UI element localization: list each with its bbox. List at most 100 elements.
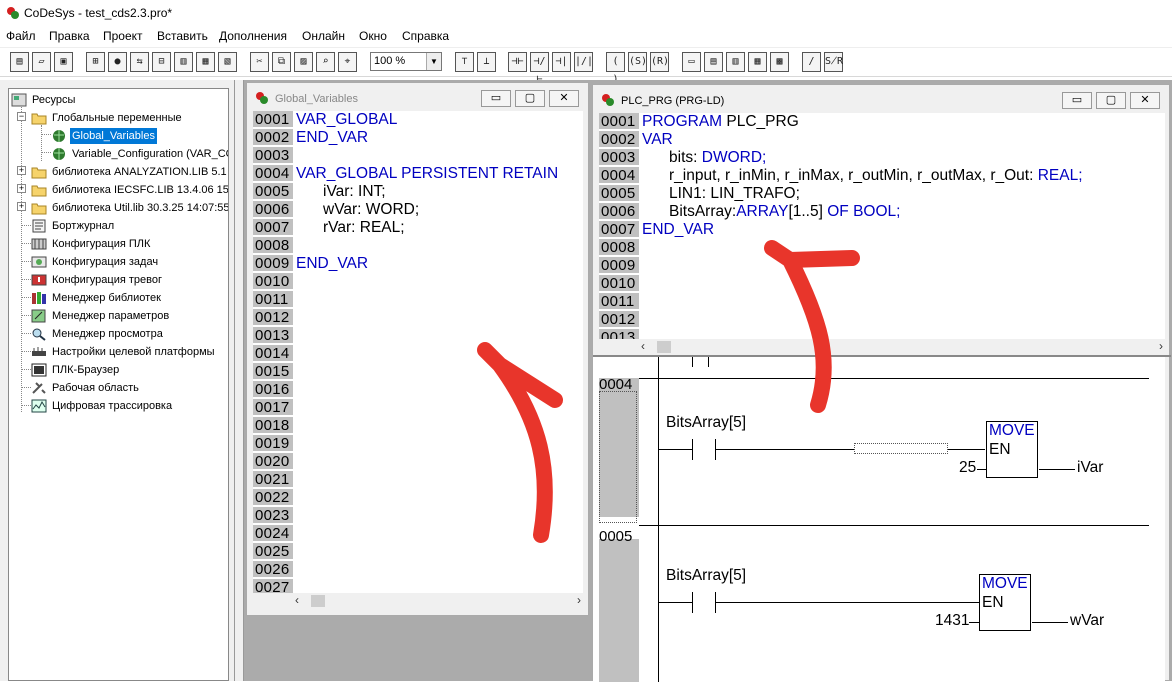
globe-icon (53, 148, 65, 160)
new-file-icon[interactable]: ▤ (10, 52, 29, 72)
cut-icon[interactable]: ✂ (250, 52, 269, 72)
close-button[interactable]: ✕ (1130, 92, 1160, 109)
block-output-variable[interactable]: wVar (1070, 612, 1104, 630)
login-icon[interactable]: ⊞ (86, 52, 105, 72)
codesys-doc-icon (256, 92, 268, 104)
network-after-icon[interactable]: ⊥ (477, 52, 496, 72)
jump-icon[interactable]: ▦ (748, 52, 767, 72)
paste-icon[interactable]: ▨ (294, 52, 313, 72)
scroll-left-icon[interactable]: ‹ (641, 339, 645, 353)
network-before-icon[interactable]: ⊤ (455, 52, 474, 72)
line-number: 0014 (253, 345, 293, 362)
horizontal-scrollbar[interactable]: ‹ › (639, 339, 1165, 355)
parallel-negated-contact-icon[interactable]: |/| (574, 52, 593, 72)
horizontal-scrollbar[interactable]: ‹ › (293, 593, 583, 609)
menu-edit[interactable]: Правка (49, 29, 90, 43)
trace-icon (31, 399, 47, 413)
menu-insert[interactable]: Вставить (157, 29, 208, 43)
find-icon[interactable]: ⌕ (316, 52, 335, 72)
contact-variable[interactable]: BitsArray[5] (666, 414, 746, 432)
box-icon[interactable]: ▤ (704, 52, 723, 72)
coil-icon[interactable]: ( ) (606, 52, 625, 85)
stop-icon[interactable]: ● (108, 52, 127, 72)
close-button[interactable]: ✕ (549, 90, 579, 107)
collapse-icon[interactable]: − (17, 112, 26, 121)
contact-bar (692, 357, 693, 367)
breakpoint-icon[interactable]: ⊟ (152, 52, 171, 72)
find-next-icon[interactable]: ⌖ (338, 52, 357, 72)
panel-splitter[interactable] (234, 80, 244, 681)
tree-item-label: Бортжурнал (52, 220, 115, 232)
menu-file[interactable]: Файл (6, 29, 36, 43)
contact-element[interactable] (692, 592, 716, 613)
line-number: 0002 (599, 131, 639, 148)
move-block[interactable]: MOVE EN (979, 574, 1031, 631)
open-folder-icon[interactable]: ▱ (32, 52, 51, 72)
tree-item-label: библиотека Util.lib 30.3.25 14:07:55 (52, 202, 229, 214)
block-input-value[interactable]: 25 (959, 459, 976, 477)
comment-icon[interactable]: / (802, 52, 821, 72)
zoom-select[interactable]: 100 % ▼ (370, 52, 442, 71)
function-block-icon[interactable]: ▭ (682, 52, 701, 72)
line-number: 0013 (599, 329, 639, 339)
resources-tree[interactable]: Ресурсы − Глобальные переменные Global_V… (8, 88, 229, 681)
menu-online[interactable]: Онлайн (302, 29, 345, 43)
ladder-editor[interactable]: 0004 BitsArray[5] MOVE EN 25 iVar 0005 B… (593, 357, 1165, 682)
minimize-button[interactable]: ▭ (1062, 92, 1092, 109)
expand-icon[interactable]: + (17, 184, 26, 193)
target-settings-icon (32, 347, 46, 356)
scroll-left-icon[interactable]: ‹ (295, 593, 299, 607)
window-caption[interactable]: PLC_PRG (PRG-LD) ▭ ▢ ✕ (593, 85, 1169, 113)
insertion-marker[interactable] (854, 443, 948, 454)
scrollbar-thumb[interactable] (311, 595, 325, 607)
global-variables-window[interactable]: Global_Variables ▭ ▢ ✕ 0001 0002 0003 00… (246, 82, 589, 616)
block-output-variable[interactable]: iVar (1077, 459, 1103, 477)
library-icon (32, 292, 46, 304)
parallel-contact-icon[interactable]: ⊣| (552, 52, 571, 72)
menu-project[interactable]: Проект (103, 29, 143, 43)
line-number: 0011 (599, 293, 639, 310)
window-caption[interactable]: Global_Variables ▭ ▢ ✕ (247, 83, 588, 111)
line-number: 0016 (253, 381, 293, 398)
folder-open-icon (31, 113, 47, 125)
minimize-button[interactable]: ▭ (481, 90, 511, 107)
set-coil-icon[interactable]: (S) (628, 52, 647, 72)
declaration-editor[interactable]: 0001 0002 0003 0004 0005 0006 0007 0008 … (599, 113, 1165, 339)
menu-help[interactable]: Справка (402, 29, 449, 43)
global-vars-editor[interactable]: 0001 0002 0003 0004 0005 0006 0007 0008 … (253, 111, 583, 593)
negated-contact-icon[interactable]: ⊣/⊢ (530, 52, 549, 85)
expand-icon[interactable]: + (17, 202, 26, 211)
contact-icon[interactable]: ⊣⊢ (508, 52, 527, 72)
parameter-icon (31, 309, 46, 323)
scroll-right-icon[interactable]: › (1159, 339, 1163, 353)
plc-prg-window[interactable]: PLC_PRG (PRG-LD) ▭ ▢ ✕ 0001 0002 0003 00… (592, 84, 1171, 682)
block-name: MOVE (989, 422, 1035, 439)
maximize-button[interactable]: ▢ (1096, 92, 1126, 109)
menu-extras[interactable]: Дополнения (219, 29, 287, 43)
maximize-button[interactable]: ▢ (515, 90, 545, 107)
copy-icon[interactable]: ⧉ (272, 52, 291, 72)
code-line: PROGRAM PLC_PRG (642, 113, 799, 131)
set-reset-icon[interactable]: S̸R (824, 52, 843, 72)
run-icon[interactable]: ⇆ (130, 52, 149, 72)
contact-variable[interactable]: BitsArray[5] (666, 567, 746, 585)
scrollbar-thumb[interactable] (657, 341, 671, 353)
block-en-pin: EN (989, 441, 1011, 458)
move-block[interactable]: MOVE EN (986, 421, 1038, 478)
step-over-icon[interactable]: ▥ (174, 52, 193, 72)
expand-icon[interactable]: + (17, 166, 26, 175)
code-line: rVar: REAL; (323, 219, 405, 237)
save-icon[interactable]: ▣ (54, 52, 73, 72)
tree-item-label: Менеджер параметров (52, 310, 170, 322)
block-input-value[interactable]: 1431 (935, 612, 969, 630)
line-number: 0001 (253, 111, 293, 128)
return-icon[interactable]: ▩ (770, 52, 789, 72)
scroll-right-icon[interactable]: › (577, 593, 581, 607)
single-cycle-icon[interactable]: ▧ (218, 52, 237, 72)
contact-element[interactable] (692, 439, 716, 460)
box-en-icon[interactable]: ▥ (726, 52, 745, 72)
menu-window[interactable]: Окно (359, 29, 387, 43)
chevron-down-icon[interactable]: ▼ (426, 53, 441, 70)
step-in-icon[interactable]: ▦ (196, 52, 215, 72)
reset-coil-icon[interactable]: (R) (650, 52, 669, 72)
